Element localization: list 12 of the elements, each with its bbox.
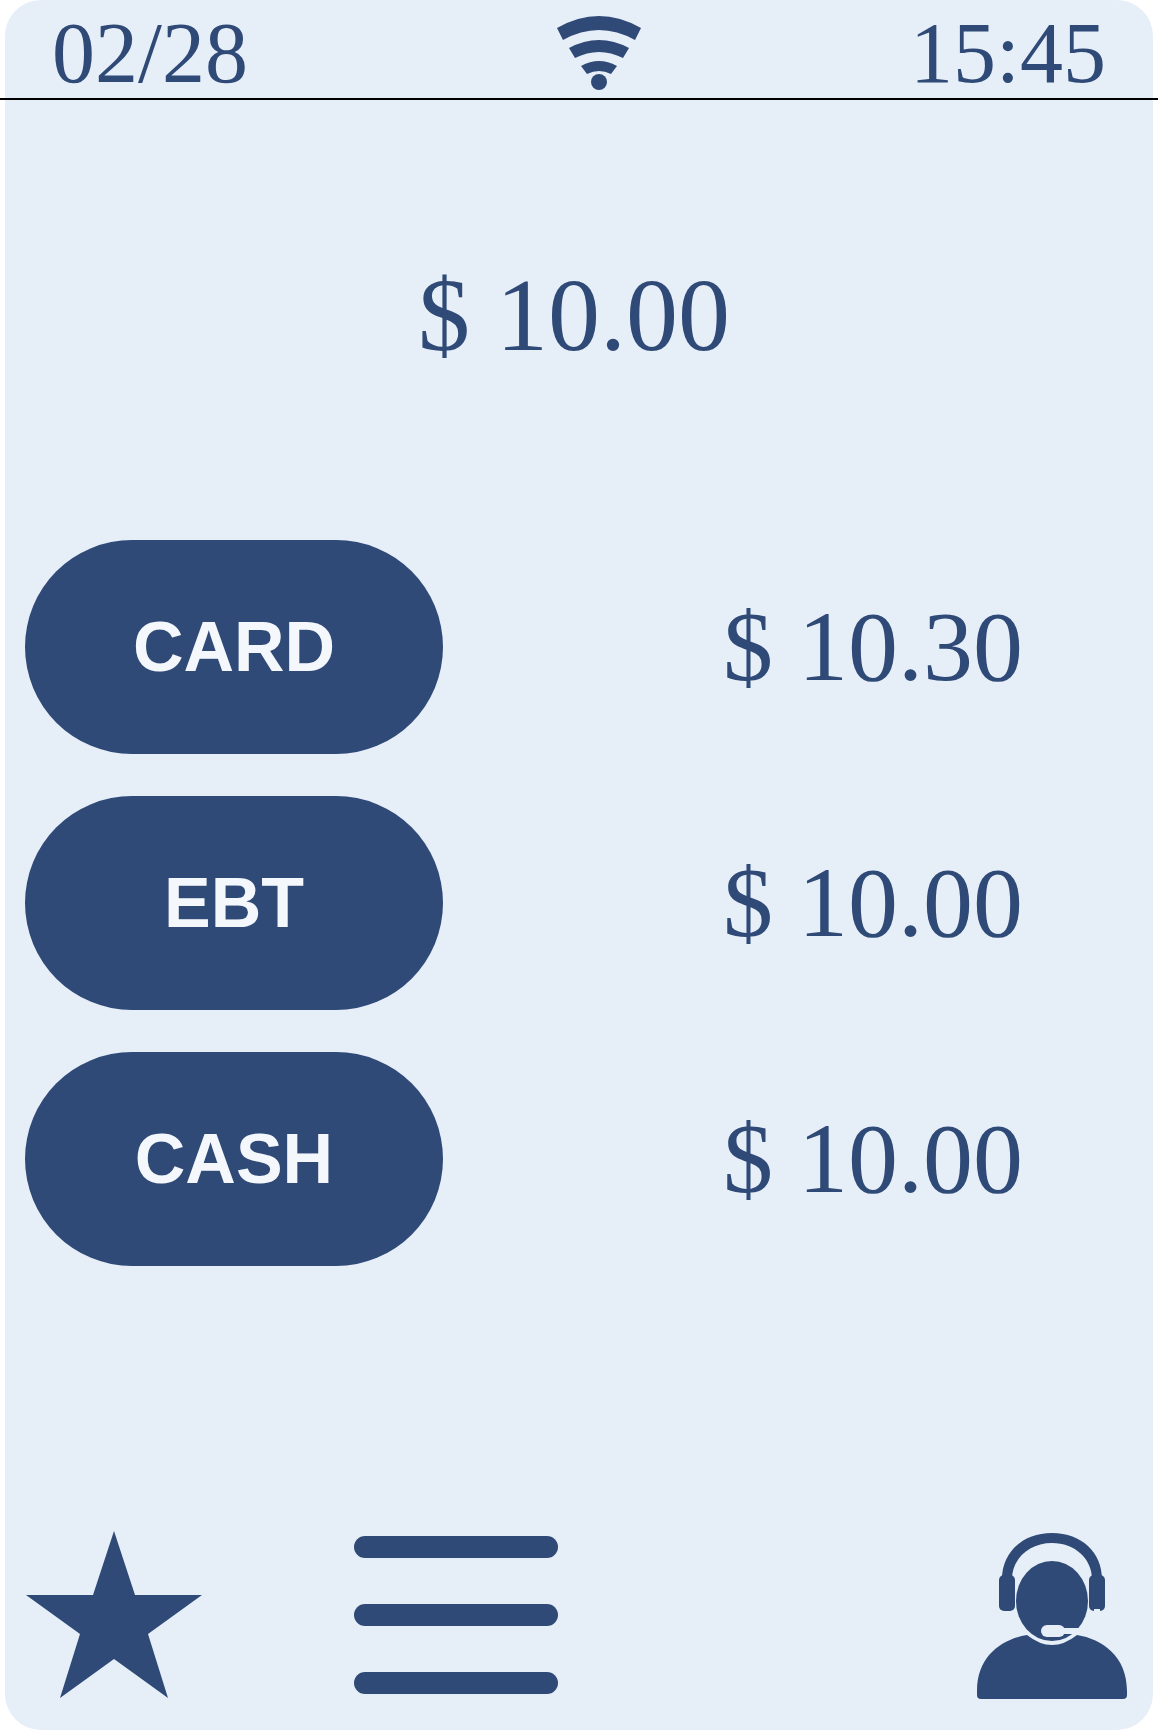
payment-amount: $ 10.30 [723, 597, 1023, 697]
payment-method-button[interactable]: CARD [25, 540, 443, 754]
payment-method-button[interactable]: CASH [25, 1052, 443, 1266]
payment-method-button[interactable]: EBT [25, 796, 443, 1010]
total-amount: $ 10.00 [418, 263, 730, 367]
payment-amount: $ 10.00 [723, 853, 1023, 953]
date-text: 02/28 [52, 10, 248, 98]
support-agent-icon[interactable] [977, 1531, 1127, 1699]
payment-amount: $ 10.00 [723, 1109, 1023, 1209]
menu-icon[interactable] [353, 1535, 558, 1695]
star-icon[interactable] [24, 1531, 204, 1699]
time-text: 15:45 [910, 10, 1106, 98]
